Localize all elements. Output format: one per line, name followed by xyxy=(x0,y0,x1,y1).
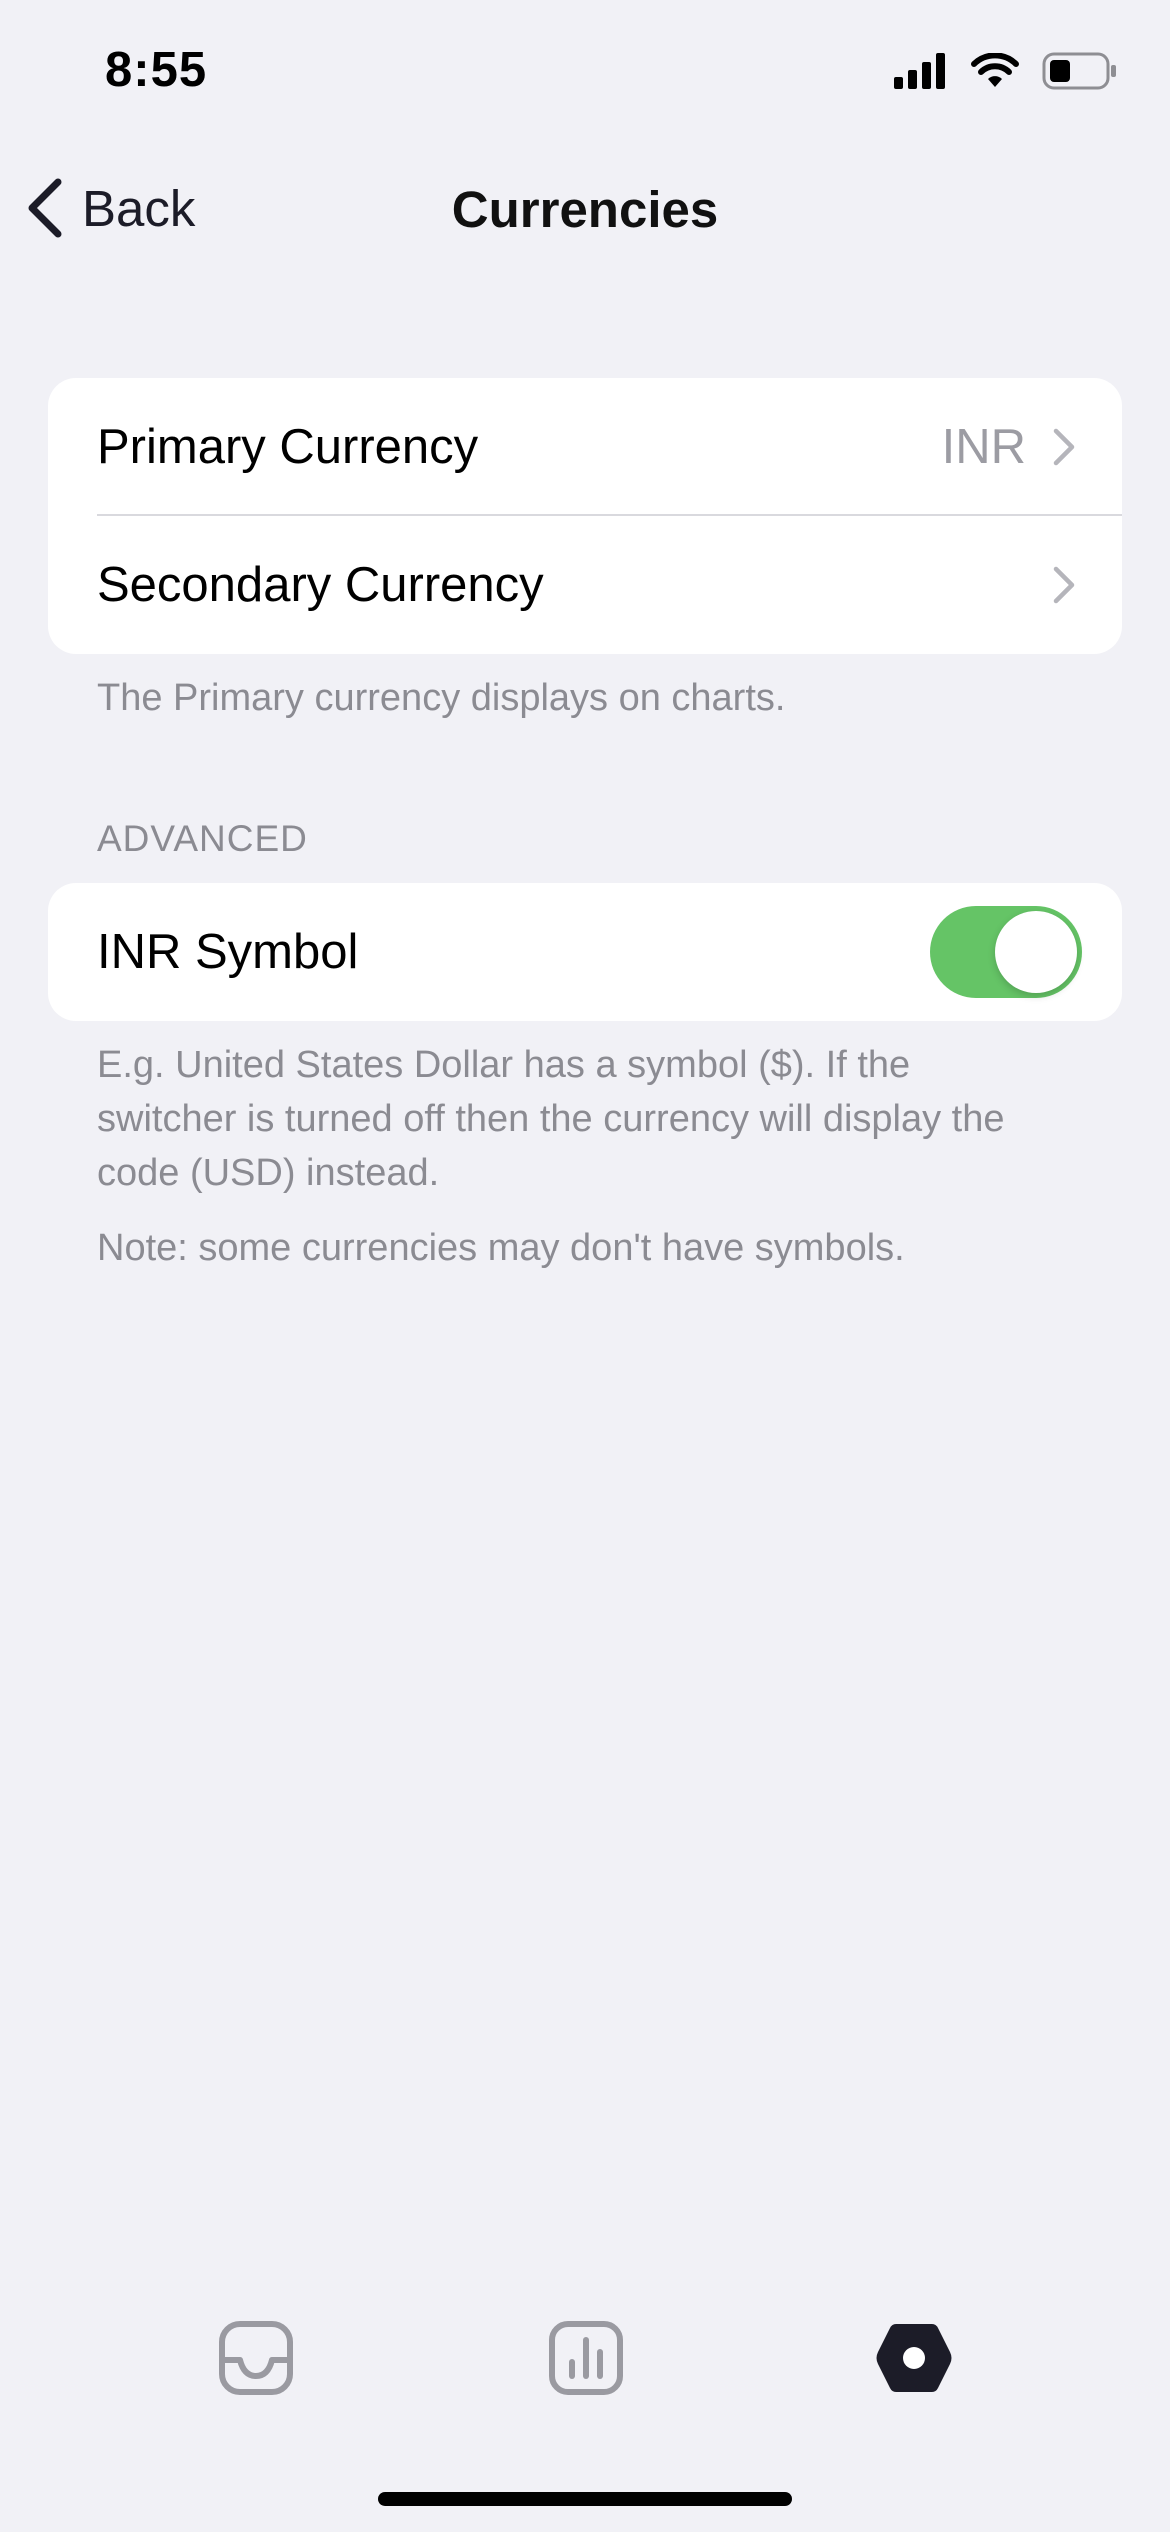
symbol-note: Note: some currencies may don't have sym… xyxy=(97,1227,905,1269)
toggle-knob xyxy=(995,911,1077,993)
secondary-currency-row[interactable]: Secondary Currency xyxy=(48,516,1122,654)
cellular-signal-icon xyxy=(894,53,945,89)
tab-inbox[interactable] xyxy=(214,2316,298,2400)
primary-currency-label: Primary Currency xyxy=(97,420,479,474)
home-indicator xyxy=(378,2492,792,2506)
primary-currency-row[interactable]: Primary Currency INR xyxy=(48,378,1122,516)
advanced-section-header: ADVANCED xyxy=(97,818,308,859)
status-icons xyxy=(894,52,1118,90)
symbol-toggle-label: INR Symbol xyxy=(97,925,359,979)
chevron-right-icon xyxy=(1053,566,1075,604)
symbol-toggle-row: INR Symbol xyxy=(48,883,1122,1021)
tab-charts[interactable] xyxy=(544,2316,628,2400)
settings-icon xyxy=(876,2324,952,2392)
primary-currency-footnote: The Primary currency displays on charts. xyxy=(97,677,786,719)
chart-icon xyxy=(549,2321,623,2395)
symbol-toggle-switch[interactable] xyxy=(930,906,1082,998)
currency-settings-group: Primary Currency INR Secondary Currency xyxy=(48,378,1122,654)
advanced-settings-group: INR Symbol xyxy=(48,883,1122,1021)
status-time: 8:55 xyxy=(105,43,208,97)
battery-icon xyxy=(1042,52,1116,90)
tab-settings[interactable] xyxy=(872,2316,956,2400)
inbox-icon xyxy=(219,2321,293,2395)
wifi-icon xyxy=(971,53,1019,87)
page-title: Currencies xyxy=(451,181,719,238)
primary-currency-value: INR xyxy=(941,420,1026,474)
symbol-footnote: E.g. United States Dollar has a symbol (… xyxy=(97,1044,1005,1194)
chevron-right-icon xyxy=(1053,428,1075,466)
secondary-currency-label: Secondary Currency xyxy=(97,558,544,612)
